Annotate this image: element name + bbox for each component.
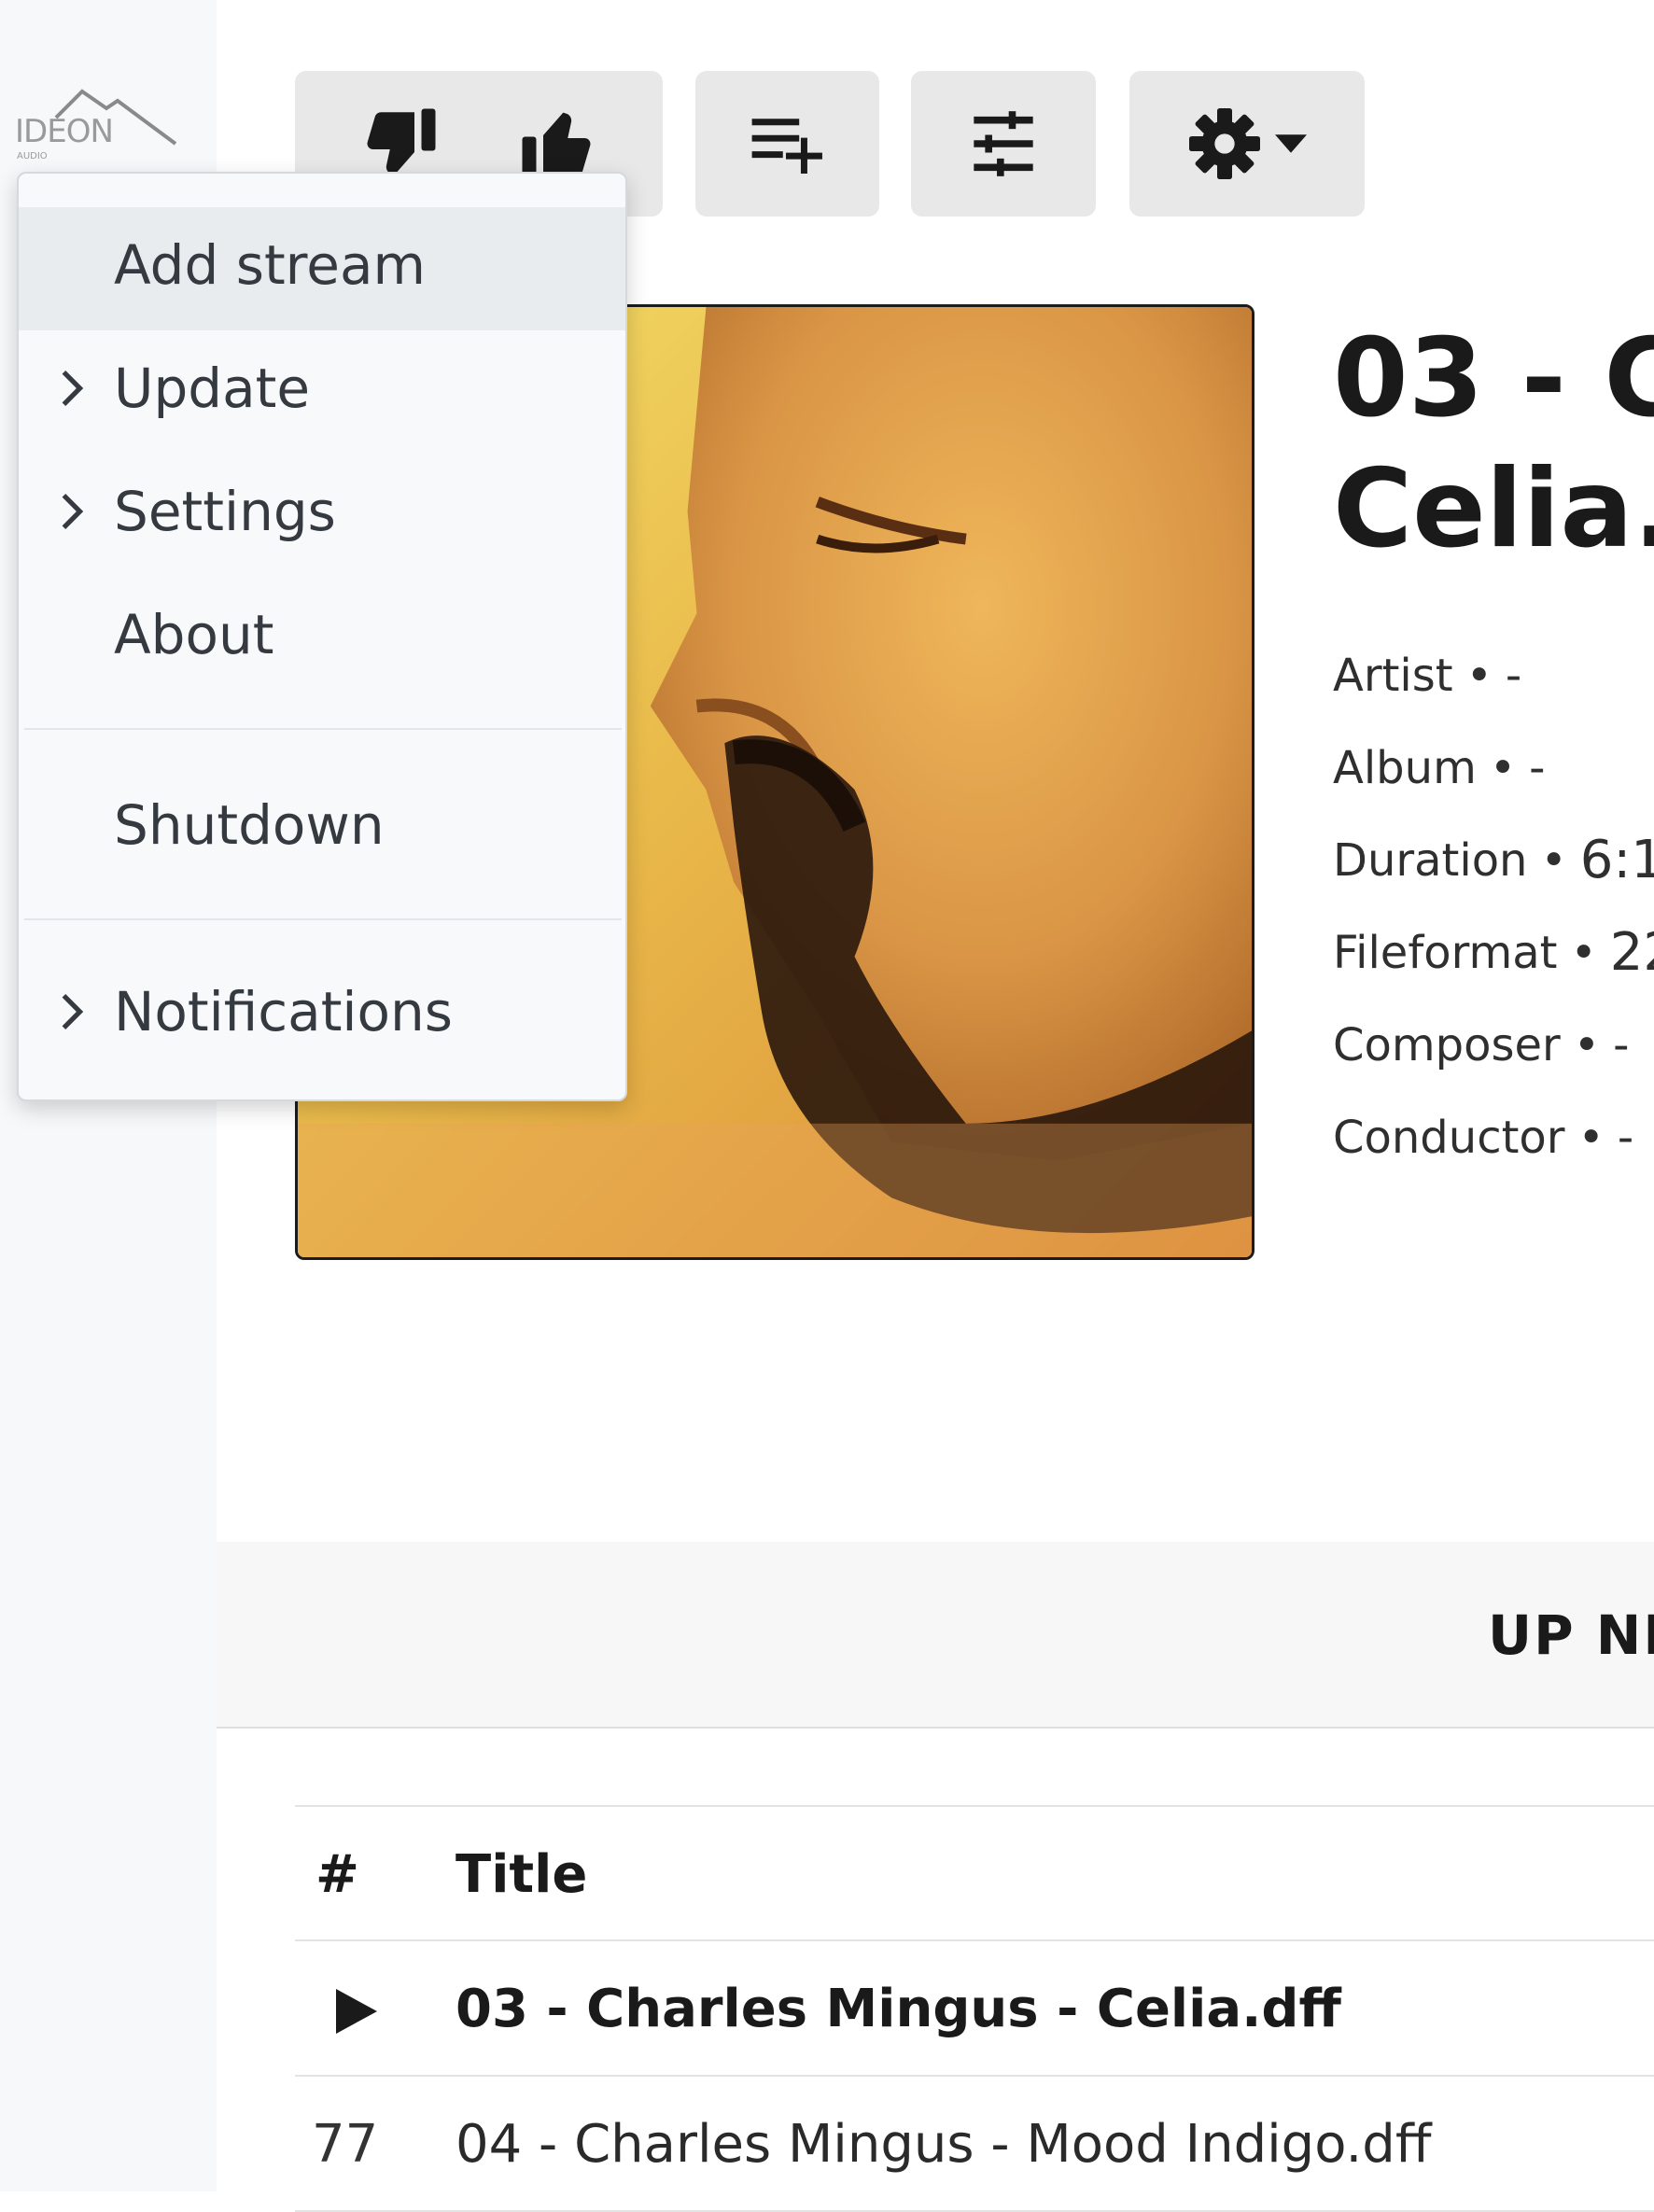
- queue-table: # Title 03 - Charles Mingus - Celia.dff …: [295, 1805, 1654, 2212]
- menu-item-label: Shutdown: [114, 793, 385, 857]
- playlist-add-icon: [749, 114, 827, 174]
- meta-label: Composer: [1333, 1019, 1561, 1071]
- menu-divider: [24, 728, 622, 730]
- meta-label: Album: [1333, 742, 1477, 794]
- queue-row-title: 04 - Charles Mingus - Mood Indigo.dff: [456, 2114, 1432, 2175]
- meta-label: Duration: [1333, 834, 1528, 887]
- gear-icon: [1187, 106, 1262, 181]
- queue-row-title: 03 - Charles Mingus - Celia.dff: [456, 1979, 1341, 2039]
- menu-item-label: Add stream: [114, 233, 426, 297]
- menu-item-notifications[interactable]: Notifications: [19, 954, 625, 1077]
- settings-dropdown-menu: Add stream Update Settings About Shutdow…: [17, 172, 627, 1101]
- meta-value: -: [1529, 742, 1546, 794]
- up-next-title: UP NE: [1488, 1603, 1654, 1667]
- table-row[interactable]: 77 04 - Charles Mingus - Mood Indigo.dff: [295, 2077, 1654, 2212]
- chevron-right-icon: [56, 493, 88, 530]
- meta-album: Album • -: [1333, 742, 1546, 794]
- meta-value: 22: [1609, 922, 1654, 983]
- menu-item-update[interactable]: Update: [19, 330, 625, 454]
- meta-composer: Composer • -: [1333, 1019, 1630, 1071]
- chevron-right-icon: [56, 370, 88, 407]
- meta-conductor: Conductor • -: [1333, 1112, 1634, 1164]
- menu-item-label: Notifications: [114, 980, 454, 1043]
- meta-label: Fileformat: [1333, 927, 1558, 979]
- meta-fileformat: Fileformat•22: [1333, 927, 1654, 1019]
- caret-down-icon: [1275, 134, 1307, 153]
- meta-label: Artist: [1333, 650, 1453, 702]
- logo-subtext: AUDIO: [17, 151, 48, 161]
- column-header-title[interactable]: Title: [456, 1844, 587, 1905]
- settings-dropdown-button[interactable]: [1129, 71, 1365, 217]
- menu-item-about[interactable]: About: [19, 577, 625, 700]
- meta-value: -: [1613, 1019, 1630, 1071]
- meta-value: -: [1617, 1112, 1634, 1164]
- column-header-num[interactable]: #: [315, 1844, 399, 1905]
- table-row[interactable]: 03 - Charles Mingus - Celia.dff: [295, 1941, 1654, 2077]
- logo-text: IDEON: [15, 113, 113, 150]
- track-metadata: Artist • - Album • - Duration • 6:1 Fileformat…: [1333, 650, 1654, 1204]
- menu-item-settings[interactable]: Settings: [19, 454, 625, 577]
- ideon-logo[interactable]: IDEON AUDIO: [13, 80, 181, 170]
- meta-value: 6:1: [1579, 830, 1654, 890]
- track-title: 03 - C Celia.d: [1333, 315, 1654, 572]
- meta-duration: Duration • 6:1: [1333, 834, 1654, 927]
- equalizer-button[interactable]: [911, 71, 1096, 217]
- menu-item-shutdown[interactable]: Shutdown: [19, 767, 625, 890]
- menu-item-add-stream[interactable]: Add stream: [19, 207, 625, 330]
- meta-artist: Artist • -: [1333, 650, 1522, 702]
- menu-divider: [24, 918, 622, 920]
- chevron-right-icon: [56, 993, 88, 1030]
- up-next-header: UP NE: [217, 1542, 1654, 1729]
- sliders-icon: [968, 108, 1039, 179]
- meta-label: Conductor: [1333, 1112, 1565, 1164]
- menu-item-label: Update: [114, 357, 311, 420]
- menu-item-label: Settings: [114, 480, 336, 543]
- add-to-queue-button[interactable]: [695, 71, 879, 217]
- meta-value: -: [1505, 650, 1522, 702]
- menu-item-label: About: [114, 603, 274, 666]
- play-icon[interactable]: [336, 1986, 420, 2047]
- queue-header-row: # Title: [295, 1807, 1654, 1941]
- queue-row-num: 77: [312, 2114, 379, 2175]
